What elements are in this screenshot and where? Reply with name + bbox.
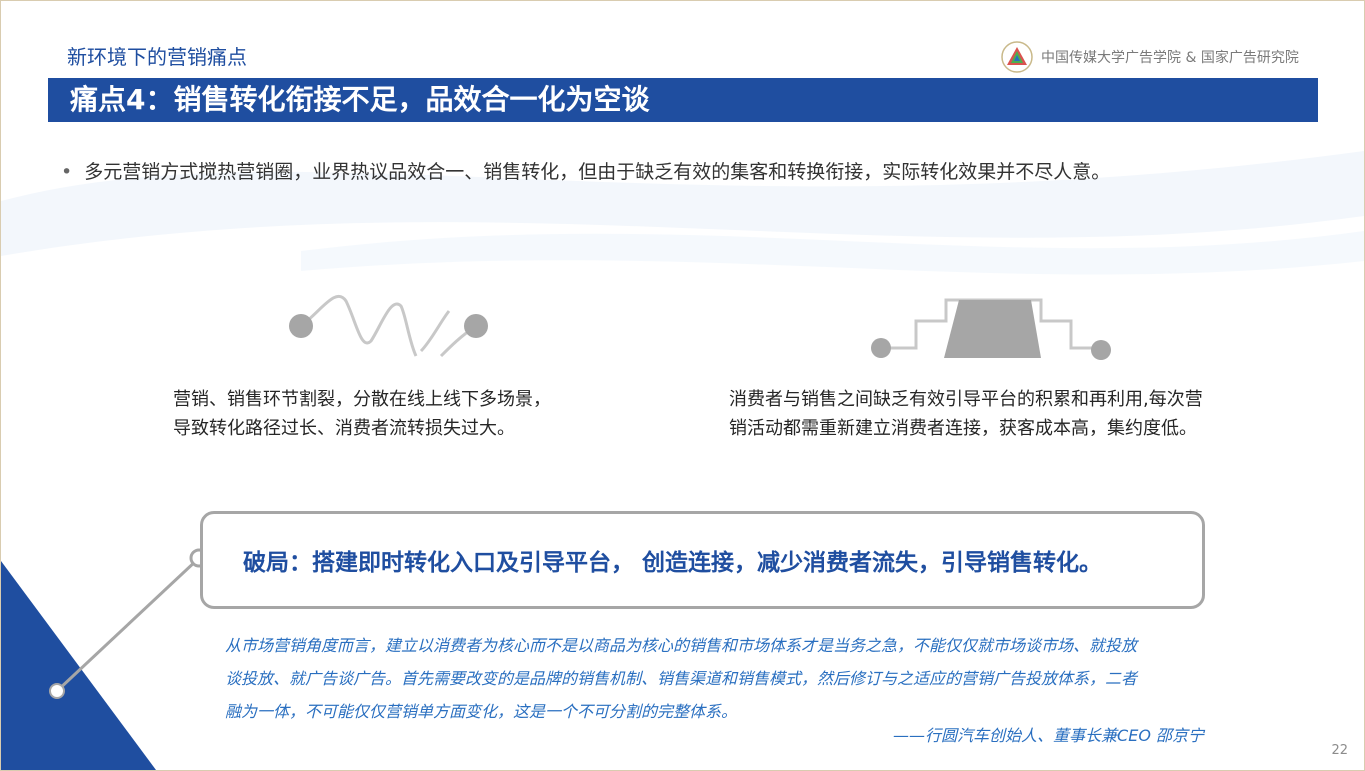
- slide: 新环境下的营销痛点 中国传媒大学广告学院 & 国家广告研究院 痛点4：销售转化衔…: [0, 0, 1365, 771]
- solution-callout: 破局：搭建即时转化入口及引导平台， 创造连接，减少消费者流失，引导销售转化。: [200, 511, 1205, 609]
- bullet-text: 多元营销方式搅热营销圈，业界热议品效合一、销售转化，但由于缺乏有效的集客和转换衔…: [84, 161, 1111, 183]
- title-bar: 痛点4：销售转化衔接不足，品效合一化为空谈: [48, 78, 1318, 122]
- org-name: 中国传媒大学广告学院 & 国家广告研究院: [1041, 50, 1299, 66]
- solution-text: 破局：搭建即时转化入口及引导平台， 创造连接，减少消费者流失，引导销售转化。: [243, 550, 1103, 576]
- org-header: 中国传媒大学广告学院 & 国家广告研究院: [1001, 41, 1299, 73]
- pain-point-right-line: 消费者与销售之间缺乏有效引导平台的积累和再利用,每次营: [729, 389, 1203, 410]
- pain-point-left-line: 导致转化路径过长、消费者流转损失过大。: [173, 418, 515, 439]
- quote-line: 从市场营销角度而言，建立以消费者为核心而不是以商品为核心的销售和市场体系才是当务…: [225, 636, 1138, 655]
- connector-dot-bottom: [49, 683, 65, 699]
- triangle-emblem-icon: [1001, 41, 1033, 73]
- pain-point-right-line: 销活动都需重新建立消费者连接，获客成本高，集约度低。: [729, 418, 1197, 439]
- quote-attribution: ——行圆汽车创始人、董事长兼CEO 邵京宁: [893, 726, 1204, 745]
- broken-path-icon: [289, 294, 488, 358]
- pain-point-left: 营销、销售环节割裂，分散在线上线下多场景， 导致转化路径过长、消费者流转损失过大…: [173, 385, 551, 443]
- page-number: 22: [1331, 743, 1348, 758]
- page-title: 痛点4：销售转化衔接不足，品效合一化为空谈: [70, 83, 650, 116]
- section-title: 新环境下的营销痛点: [67, 45, 247, 69]
- quote-block: 从市场营销角度而言，建立以消费者为核心而不是以商品为核心的销售和市场体系才是当务…: [225, 629, 1210, 728]
- bullet-item: • 多元营销方式搅热营销圈，业界热议品效合一、销售转化，但由于缺乏有效的集客和转换…: [61, 157, 1110, 184]
- pain-point-left-line: 营销、销售环节割裂，分散在线上线下多场景，: [173, 389, 551, 410]
- trapezoid-path-icon: [871, 298, 1111, 360]
- quote-line: 谈投放、就广告谈广告。首先需要改变的是品牌的销售机制、销售渠道和销售模式，然后修…: [225, 669, 1138, 688]
- pain-point-right: 消费者与销售之间缺乏有效引导平台的积累和再利用,每次营 销活动都需重新建立消费者…: [729, 385, 1203, 443]
- bullet-dot-icon: •: [61, 161, 73, 183]
